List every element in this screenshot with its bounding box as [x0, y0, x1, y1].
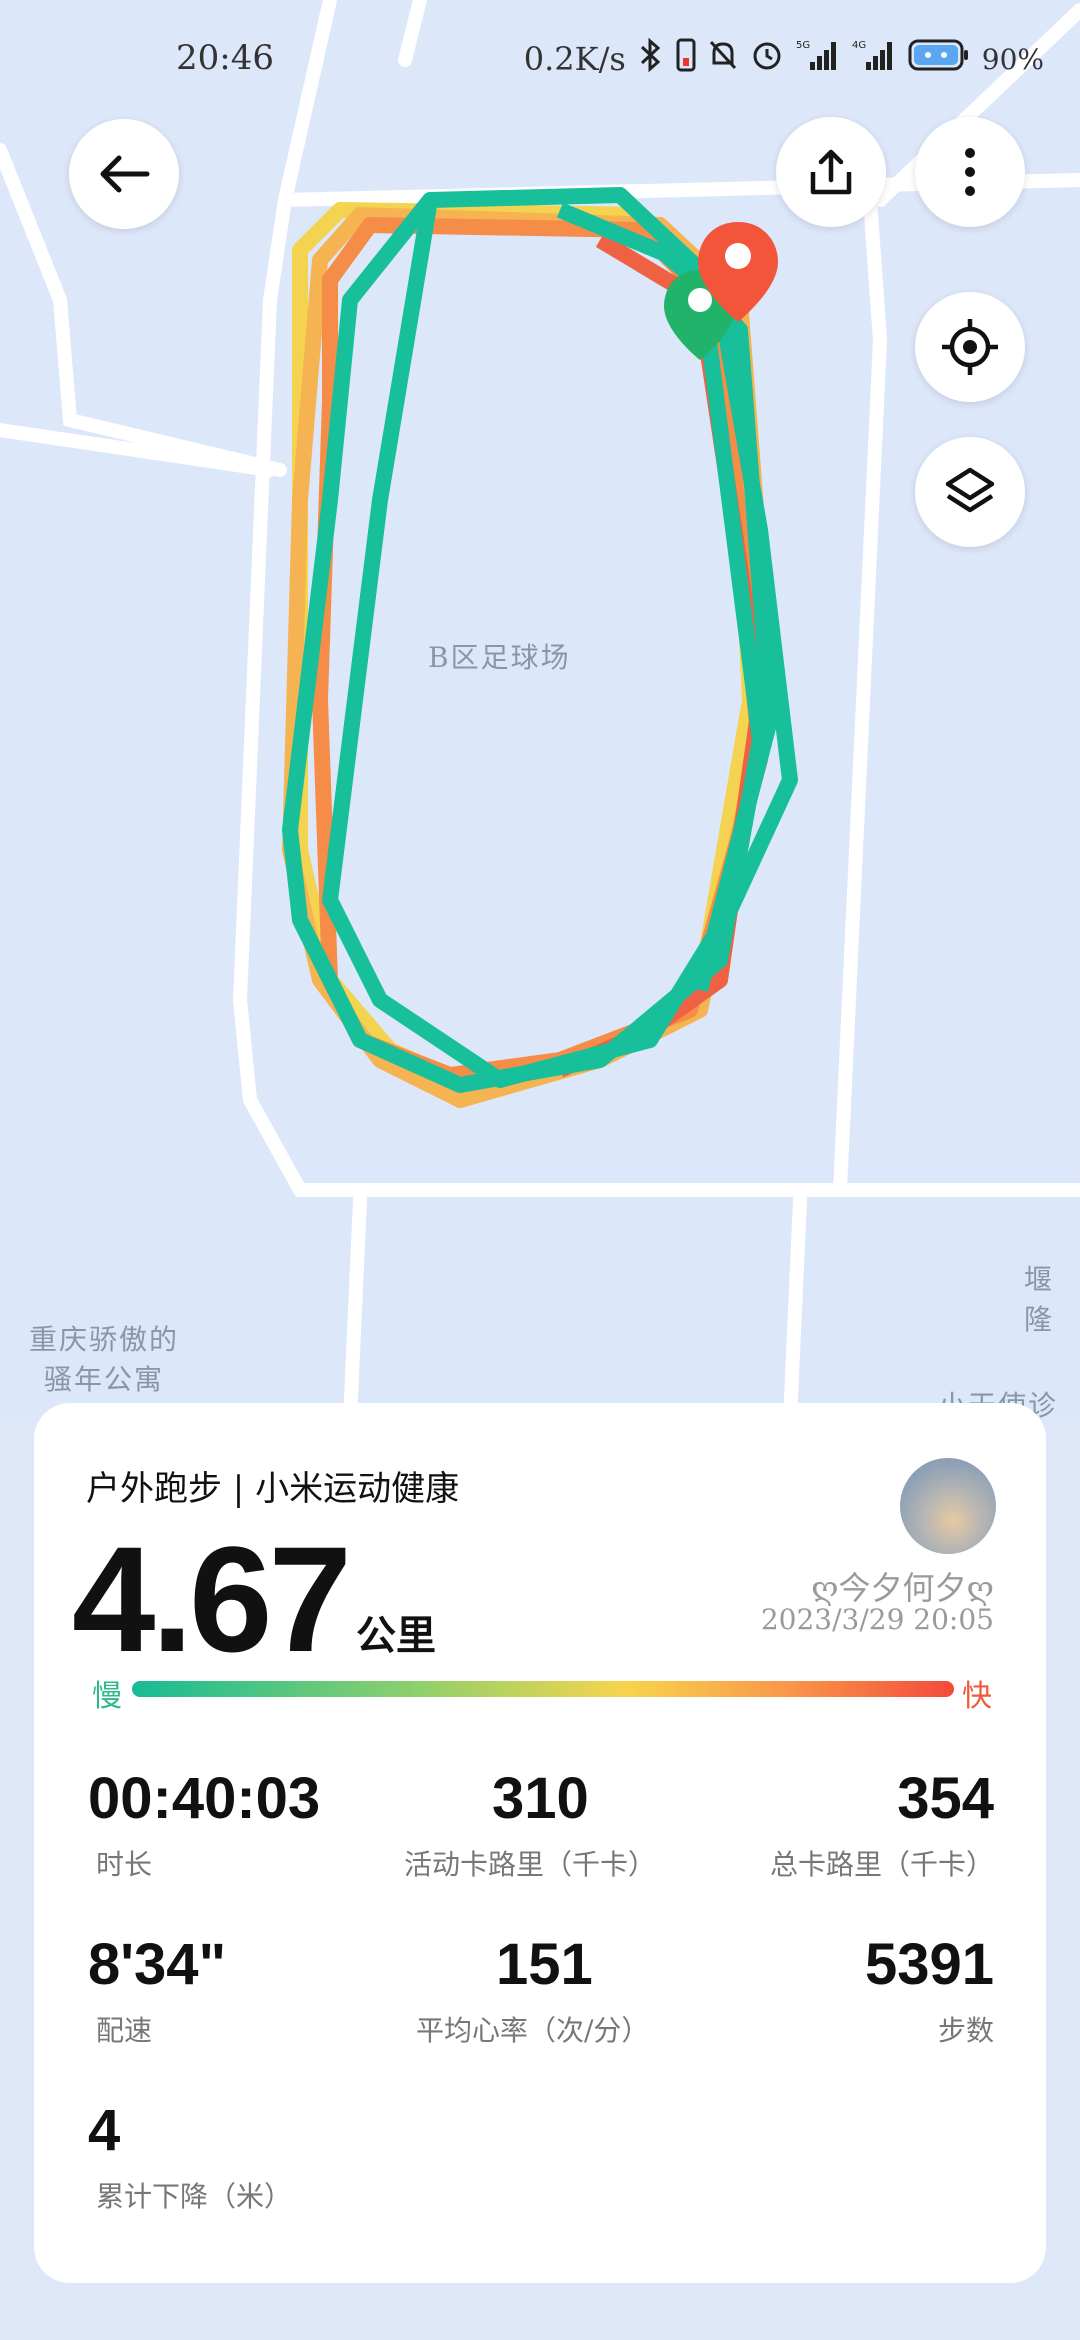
- active-calories-label: 活动卡路里（千卡）: [404, 1848, 657, 1881]
- signal-4g-icon: 4G: [852, 38, 896, 80]
- mute-icon: [708, 39, 738, 79]
- more-icon: [965, 148, 975, 196]
- status-bar: 20:46 0.2K/s 5G 4G 90%: [0, 0, 1080, 120]
- steps-value: 5391: [864, 1932, 994, 1997]
- steps-label: 步数: [937, 2014, 994, 2047]
- svg-text:4G: 4G: [852, 40, 866, 51]
- map-label-right: 堰隆: [1024, 1263, 1055, 1336]
- locate-button[interactable]: [915, 292, 1025, 402]
- signal-5g-icon: 5G: [796, 38, 840, 80]
- battery-icon: [908, 38, 970, 80]
- active-calories-value: 310: [492, 1766, 589, 1831]
- distance-unit: 公里: [356, 1612, 436, 1659]
- layers-button[interactable]: [915, 437, 1025, 547]
- descent-value: 4: [88, 2098, 121, 2163]
- heart-rate-label: 平均心率（次/分）: [416, 2014, 650, 2047]
- pace-label: 配速: [96, 2014, 153, 2047]
- share-button[interactable]: [776, 117, 886, 227]
- total-calories-label: 总卡路里（千卡）: [769, 1848, 994, 1881]
- pace-slow-label: 慢: [92, 1679, 122, 1714]
- more-button[interactable]: [915, 117, 1025, 227]
- back-button[interactable]: [69, 119, 179, 229]
- layers-icon: [945, 467, 995, 513]
- avatar[interactable]: [900, 1458, 996, 1554]
- map-label-apartment-line2: 骚年公寓: [43, 1363, 164, 1396]
- svg-text:5G: 5G: [796, 40, 810, 51]
- descent-label: 累计下降（米）: [96, 2180, 293, 2213]
- back-icon: [100, 155, 150, 193]
- battery-percent: 90%: [981, 42, 1044, 76]
- duration-value: 00:40:03: [88, 1766, 321, 1831]
- workout-date: 2023/3/29 20:05: [760, 1603, 994, 1636]
- phone-icon: [676, 38, 696, 80]
- pace-fast-label: 快: [962, 1679, 992, 1714]
- pace-value: 8'34": [88, 1932, 227, 1997]
- locate-icon: [942, 319, 998, 375]
- duration-label: 时长: [96, 1848, 153, 1881]
- distance-value: 4.67: [72, 1515, 352, 1683]
- alarm-icon: [750, 38, 784, 80]
- total-calories-value: 354: [897, 1766, 994, 1831]
- share-icon: [810, 149, 852, 195]
- map-label-apartment-line1: 重庆骄傲的: [28, 1323, 179, 1356]
- status-time: 20:46: [176, 38, 274, 78]
- map-label-field: B区足球场: [428, 641, 571, 674]
- heart-rate-value: 151: [496, 1932, 593, 1997]
- bluetooth-icon: [638, 37, 664, 80]
- pace-gradient-bar: [132, 1681, 954, 1697]
- workout-title: 户外跑步 | 小米运动健康: [86, 1469, 460, 1509]
- network-speed: 0.2K/s: [523, 40, 626, 78]
- map-label-apartment: 重庆骄傲的 骚年公寓: [14, 1318, 194, 1398]
- workout-summary-card: 户外跑步 | 小米运动健康 4.67 公里 ღ今夕何夕ღ 2023/3/29 2…: [34, 1403, 1046, 2283]
